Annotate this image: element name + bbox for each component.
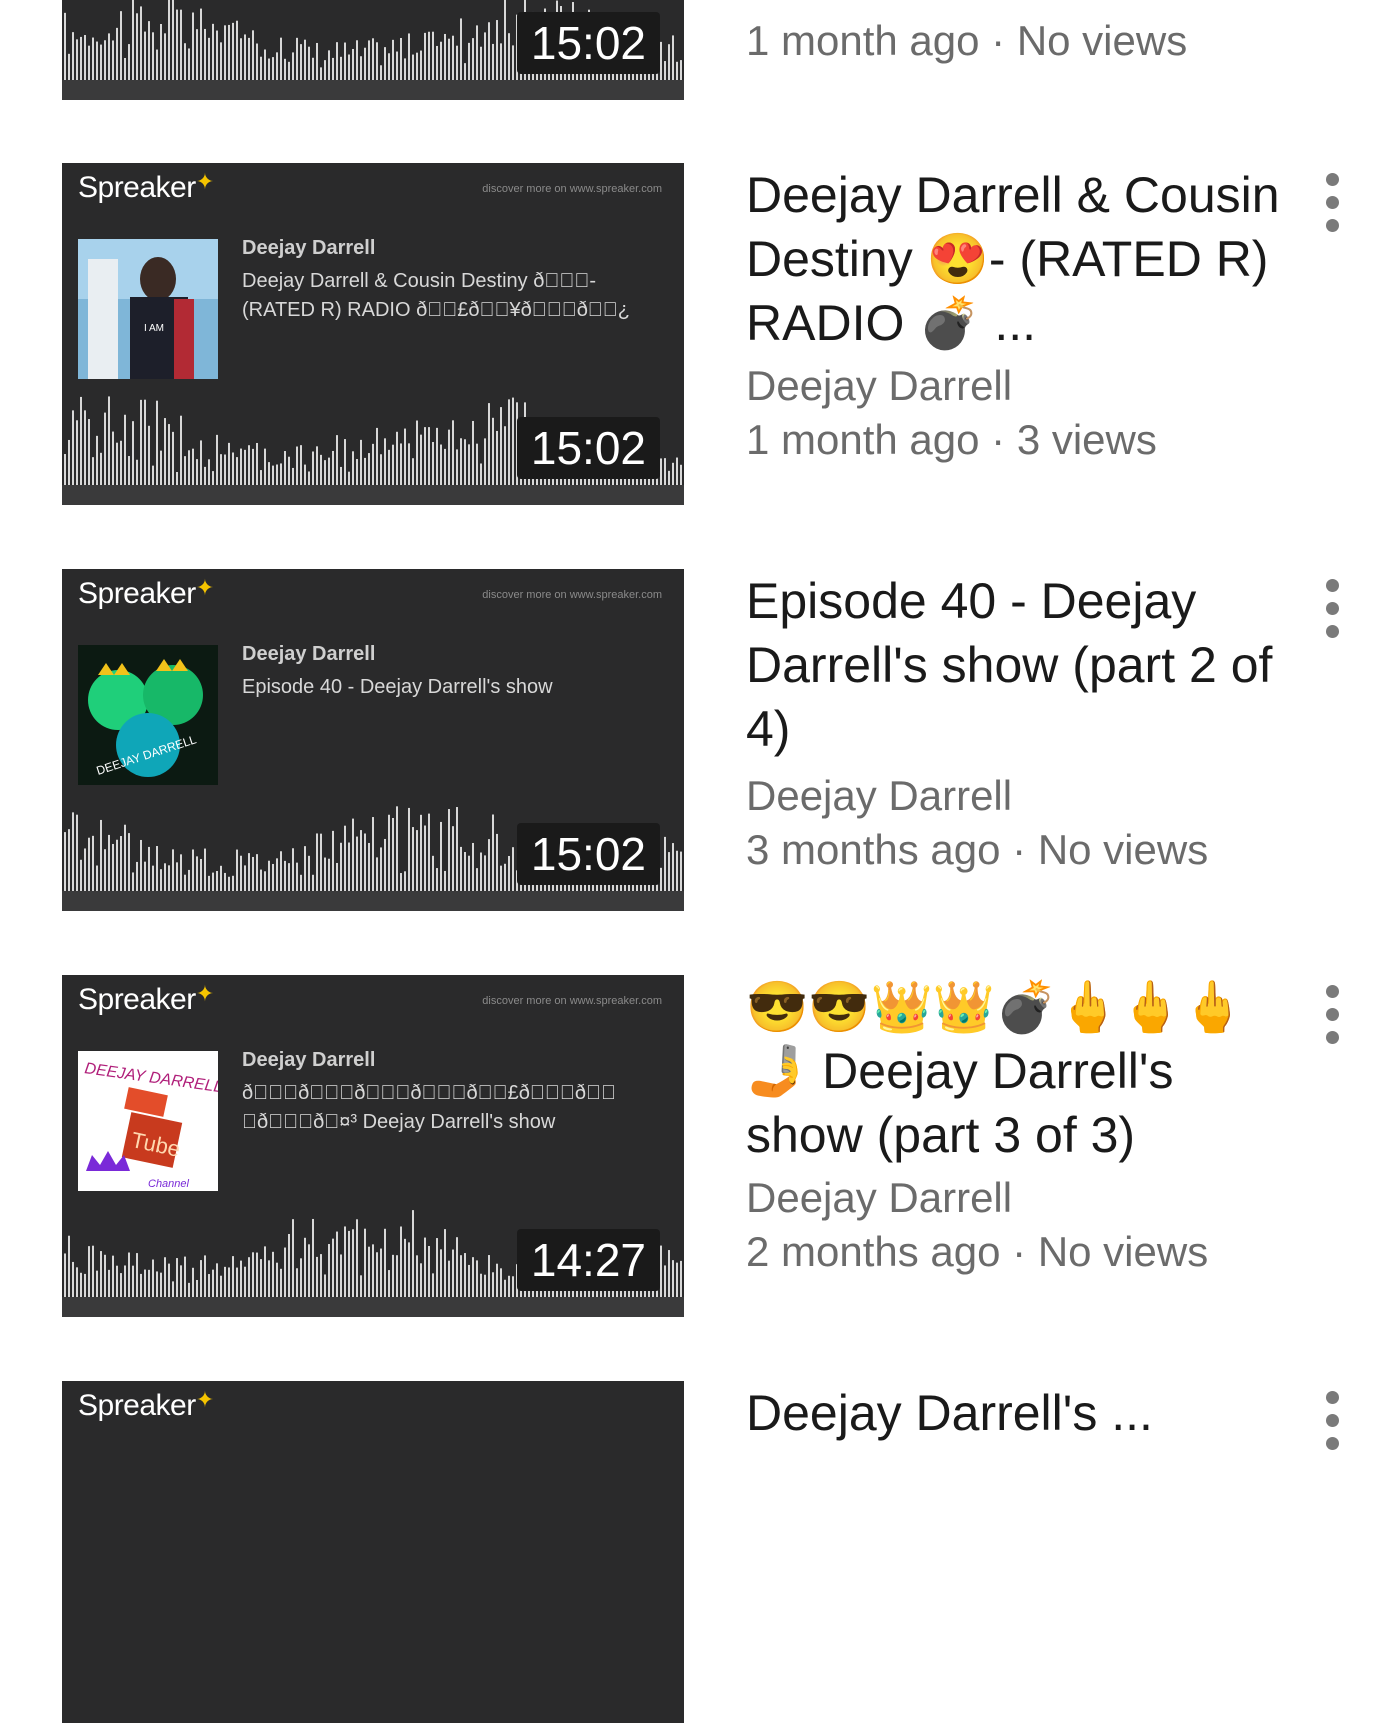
video-meta: 1 month ago · 3 views [746, 416, 1157, 463]
cover-art: DEEJAY DARRELL [78, 645, 218, 785]
video-title[interactable]: Deejay Darrell's ... [746, 1381, 1286, 1445]
video-title[interactable]: Deejay Darrell & Cousin Destiny 😍- (RATE… [746, 163, 1286, 355]
discover-text: discover more on www.spreaker.com [482, 995, 662, 1007]
channel-name[interactable]: Deejay Darrell [746, 769, 1286, 823]
discover-text: discover more on www.spreaker.com [482, 589, 662, 601]
thumb-title: ð   ð   ð   ð   ð  £ð   ð    ð   ð ¤³ De… [242, 1082, 616, 1133]
thumb-author: Deejay Darrell [242, 237, 376, 259]
cover-art: I AM [78, 239, 218, 379]
duration-badge: 15:02 [516, 417, 660, 479]
thumb-author: Deejay Darrell [242, 1049, 376, 1071]
star-icon: ✦ [195, 575, 214, 600]
video-meta: 3 months ago · No views [746, 826, 1209, 873]
video-meta: 2 months ago · No views [746, 1228, 1209, 1275]
channel-name[interactable]: Deejay Darrell [746, 359, 1286, 413]
star-icon: ✦ [195, 981, 214, 1006]
channel-name[interactable]: Deejay Darrell [746, 1171, 1286, 1225]
more-options-icon[interactable] [1320, 985, 1346, 1045]
discover-text: discover more on www.spreaker.com [482, 183, 662, 195]
video-thumbnail[interactable]: Spreaker✦ discover more on www.spreaker.… [62, 163, 684, 505]
duration-badge: 15:02 [516, 12, 660, 74]
video-meta: 1 month ago · No views [746, 17, 1188, 64]
cover-art: DEEJAY DARRELL Tube Channel [78, 1051, 218, 1191]
spreaker-logo: Spreaker✦ [78, 575, 214, 610]
video-thumbnail[interactable]: 15:02 [62, 0, 684, 100]
spreaker-logo: Spreaker✦ [78, 169, 214, 204]
svg-text:Channel: Channel [148, 1178, 190, 1190]
video-thumbnail[interactable]: Spreaker✦ discover more on www.spreaker.… [62, 975, 684, 1317]
video-thumbnail[interactable]: Spreaker✦ [62, 1381, 684, 1723]
svg-text:I AM: I AM [144, 323, 164, 334]
video-thumbnail[interactable]: Spreaker✦ discover more on www.spreaker.… [62, 569, 684, 911]
thumb-title: Episode 40 - Deejay Darrell's show [242, 676, 553, 698]
duration-badge: 15:02 [516, 823, 660, 885]
spreaker-logo: Spreaker✦ [78, 981, 214, 1016]
more-options-icon[interactable] [1320, 1391, 1346, 1451]
spreaker-logo: Spreaker✦ [78, 1387, 214, 1422]
thumb-title: Deejay Darrell & Cousin Destiny ð   - (R… [242, 270, 631, 321]
video-title[interactable]: Episode 40 - Deejay Darrell's show (part… [746, 569, 1286, 761]
duration-badge: 14:27 [516, 1229, 660, 1291]
video-title[interactable]: 😎😎👑👑💣🖕🖕🖕🤳 Deejay Darrell's show (part 3 … [746, 975, 1286, 1167]
thumb-author: Deejay Darrell [242, 643, 376, 665]
star-icon: ✦ [195, 169, 214, 194]
more-options-icon[interactable] [1320, 173, 1346, 233]
more-options-icon[interactable] [1320, 579, 1346, 639]
